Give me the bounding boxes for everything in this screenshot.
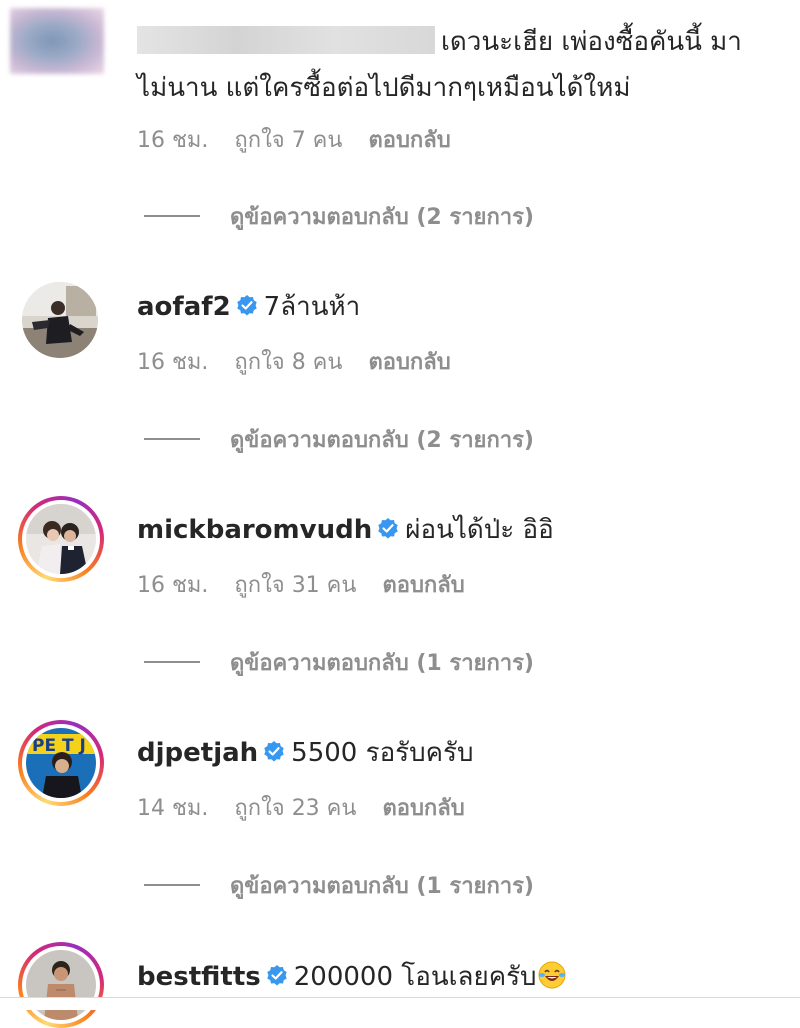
- comment-likes[interactable]: ถูกใจ 23 คน: [234, 796, 356, 821]
- avatar[interactable]: [22, 282, 98, 358]
- username-link[interactable]: bestfitts: [137, 962, 261, 992]
- comment-time[interactable]: 16 ชม.: [137, 573, 208, 598]
- redacted-username: [137, 26, 435, 54]
- comment-meta: 16 ชม. ถูกใจ 8 คน ตอบกลับ: [137, 349, 477, 377]
- avatar-image: PE T J: [26, 728, 96, 798]
- view-replies-label: ดูข้อความตอบกลับ (2 รายการ): [230, 428, 534, 453]
- comment-text: เดวนะเฮีย เพ่องซื้อคันนี้ มา: [441, 27, 742, 57]
- comment-text: ผ่อนได้ป่ะ อิอิ: [405, 515, 554, 545]
- verified-badge-icon: [378, 518, 398, 539]
- comment-meta: 16 ชม. ถูกใจ 31 คน ตอบกลับ: [137, 572, 491, 600]
- rolling-on-floor-laughing-emoji-icon: [538, 961, 566, 989]
- comment-likes[interactable]: ถูกใจ 31 คน: [234, 573, 356, 598]
- avatar[interactable]: [18, 942, 104, 1028]
- comment-text-line: djpetjah 5500 รอรับครับ: [137, 737, 474, 769]
- view-replies-button[interactable]: ดูข้อความตอบกลับ (1 รายการ): [144, 873, 534, 901]
- comment-text: 7ล้านห้า: [263, 292, 361, 322]
- avatar-image: [26, 504, 96, 574]
- comment-text-line: bestfitts 200000 โอนเลยครับ: [137, 960, 567, 993]
- verified-badge-icon: [264, 741, 284, 762]
- comment-meta: 14 ชม. ถูกใจ 23 คน ตอบกลับ: [137, 795, 491, 823]
- verified-badge-icon: [236, 295, 257, 316]
- reply-button[interactable]: ตอบกลับ: [382, 796, 464, 821]
- verified-badge-icon: [267, 965, 287, 986]
- avatar[interactable]: PE T J: [18, 720, 104, 806]
- username-link[interactable]: djpetjah: [137, 738, 258, 768]
- username-link[interactable]: aofaf2: [137, 292, 231, 322]
- username-link[interactable]: mickbaromvudh: [137, 515, 372, 545]
- dash-divider: [144, 215, 200, 217]
- avatar-image: [22, 282, 98, 358]
- view-replies-label: ดูข้อความตอบกลับ (2 รายการ): [230, 205, 534, 230]
- avatar[interactable]: [18, 496, 104, 582]
- view-replies-button[interactable]: ดูข้อความตอบกลับ (1 รายการ): [144, 650, 534, 678]
- comment-likes[interactable]: ถูกใจ 8 คน: [234, 350, 342, 375]
- view-replies-label: ดูข้อความตอบกลับ (1 รายการ): [230, 874, 534, 899]
- dash-divider: [144, 438, 200, 440]
- dash-divider: [144, 884, 200, 886]
- comment-text-line: aofaf2 7ล้านห้า: [137, 291, 360, 323]
- comment-likes[interactable]: ถูกใจ 7 คน: [234, 128, 342, 153]
- reply-button[interactable]: ตอบกลับ: [382, 573, 464, 598]
- comment-time[interactable]: 16 ชม.: [137, 350, 208, 375]
- comment-text: ไม่นาน แต่ใครซื้อต่อไปดีมากๆเหมือนได้ใหม…: [137, 73, 631, 103]
- comment-time[interactable]: 16 ชม.: [137, 128, 208, 153]
- view-replies-label: ดูข้อความตอบกลับ (1 รายการ): [230, 651, 534, 676]
- comment-text-line: เดวนะเฮีย เพ่องซื้อคันนี้ มา: [137, 26, 742, 58]
- comment-text: 200000 โอนเลยครับ: [293, 962, 537, 992]
- comment-time[interactable]: 14 ชม.: [137, 796, 208, 821]
- comment-text: 5500 รอรับครับ: [291, 738, 474, 768]
- view-replies-button[interactable]: ดูข้อความตอบกลับ (2 รายการ): [144, 427, 534, 455]
- reply-button[interactable]: ตอบกลับ: [368, 350, 450, 375]
- avatar[interactable]: [10, 8, 104, 74]
- comment-meta: 16 ชม. ถูกใจ 7 คน ตอบกลับ: [137, 127, 477, 155]
- dash-divider: [144, 661, 200, 663]
- comment-text-line: mickbaromvudh ผ่อนได้ป่ะ อิอิ: [137, 514, 554, 546]
- comment-text-line: ไม่นาน แต่ใครซื้อต่อไปดีมากๆเหมือนได้ใหม…: [137, 72, 630, 104]
- bottom-divider: [0, 997, 800, 1010]
- reply-button[interactable]: ตอบกลับ: [368, 128, 450, 153]
- view-replies-button[interactable]: ดูข้อความตอบกลับ (2 รายการ): [144, 204, 534, 232]
